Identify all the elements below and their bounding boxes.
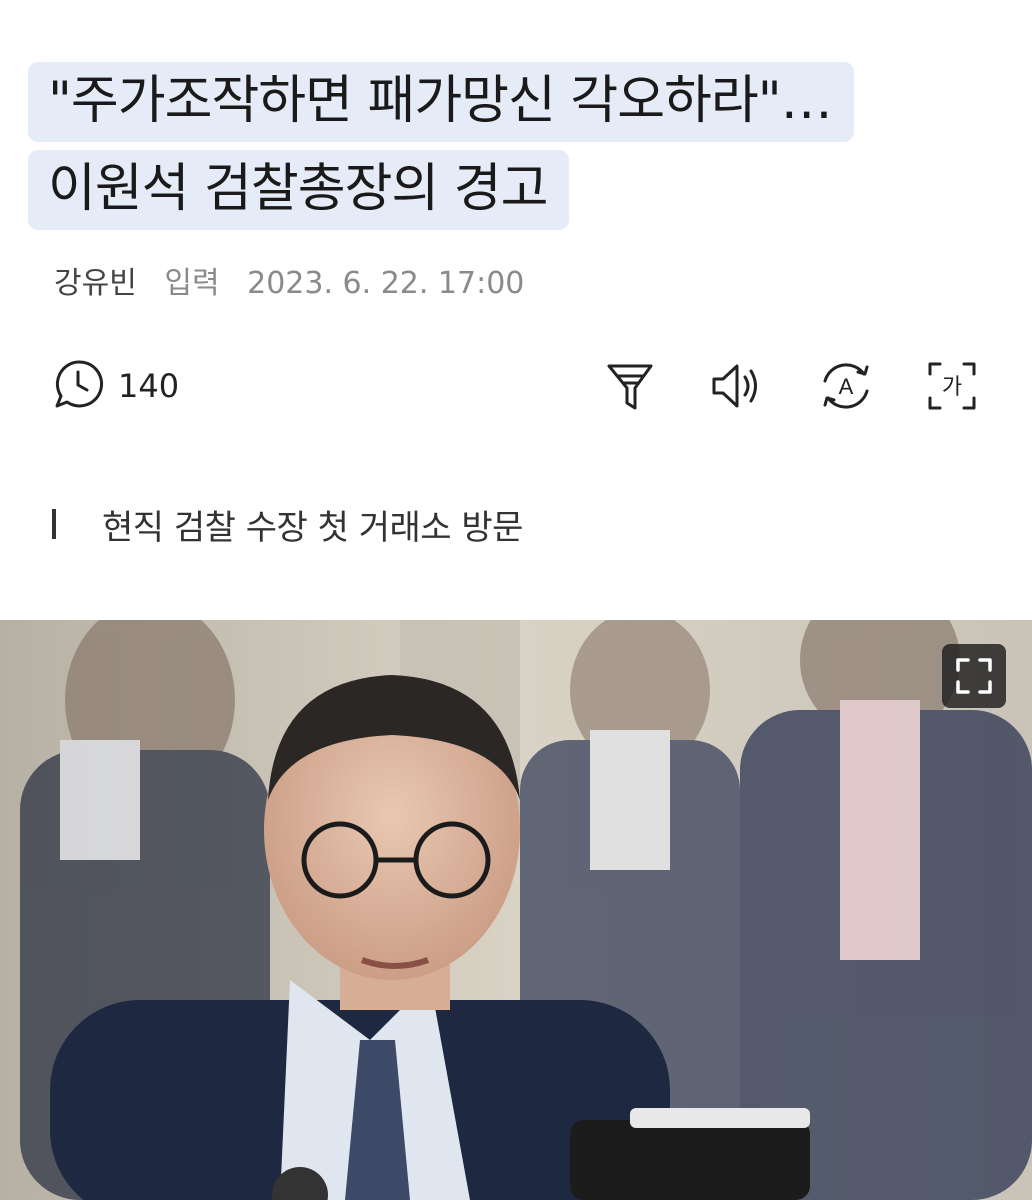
article-toolbar: 140 A 가: [0, 352, 1032, 416]
headline-line-2: 이원석 검찰총장의 경고: [28, 150, 570, 230]
author-name[interactable]: 강유빈: [54, 266, 137, 301]
headline-line-1: "주가조작하면 패가망신 각오하라"…: [28, 62, 854, 142]
expand-photo-button[interactable]: [942, 644, 1006, 708]
font-size-icon: 가: [922, 362, 982, 420]
comment-count: 140: [118, 367, 180, 405]
article-subhead: 현직 검찰 수장 첫 거래소 방문: [52, 500, 523, 548]
expand-icon: [942, 658, 1006, 712]
translate-button[interactable]: A: [816, 356, 876, 416]
audio-icon: [706, 364, 766, 420]
headline-line-1-row: "주가조작하면 패가망신 각오하라"…: [28, 62, 1008, 142]
article-headline: "주가조작하면 패가망신 각오하라"… 이원석 검찰총장의 경고: [28, 62, 1008, 238]
summary-icon: [600, 364, 660, 420]
byline: 강유빈 입력 2023. 6. 22. 17:00: [54, 262, 524, 306]
translate-icon: A: [816, 363, 876, 420]
svg-text:A: A: [839, 374, 854, 399]
publish-date: 2023. 6. 22. 17:00: [247, 266, 525, 301]
svg-text:가: 가: [942, 375, 962, 400]
photo-illustration: [0, 620, 1032, 1200]
comment-icon: [50, 356, 106, 416]
article-photo[interactable]: [0, 620, 1032, 1200]
font-size-button[interactable]: 가: [922, 356, 982, 416]
headline-line-2-row: 이원석 검찰총장의 경고: [28, 150, 1008, 230]
input-label: 입력: [164, 266, 220, 301]
subhead-bar: [52, 509, 56, 539]
comment-button[interactable]: 140: [50, 358, 179, 414]
audio-button[interactable]: [706, 356, 766, 416]
summary-button[interactable]: [600, 356, 660, 416]
subhead-text: 현직 검찰 수장 첫 거래소 방문: [102, 507, 523, 548]
